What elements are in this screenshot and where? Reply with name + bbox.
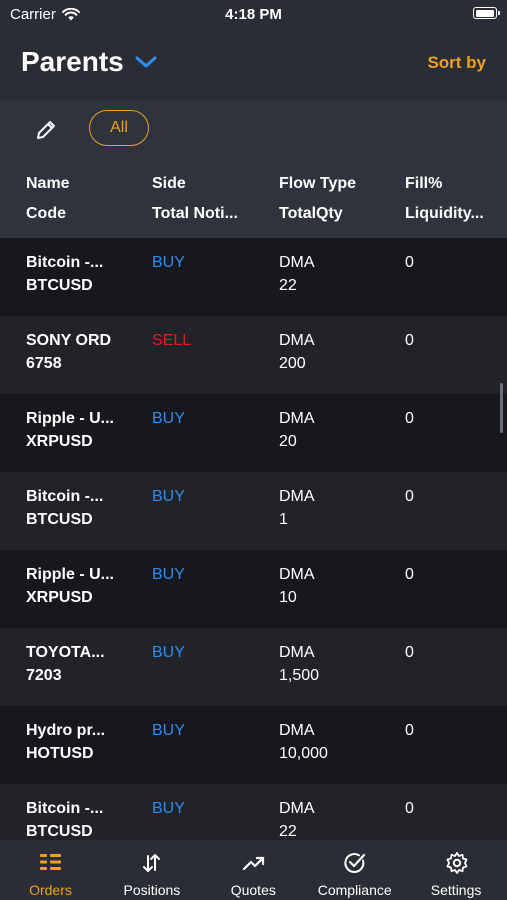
tab-label: Settings: [430, 882, 482, 898]
page-title: Parents: [21, 46, 124, 77]
check-circle-icon: [344, 853, 366, 873]
battery-icon: [473, 7, 500, 19]
row-total-qty: 22: [279, 823, 297, 840]
row-flow-type: DMA: [279, 254, 315, 271]
row-flow-type: DMA: [279, 332, 315, 349]
row-total-qty: 1: [279, 511, 288, 528]
tab-label: Quotes: [230, 882, 276, 898]
row-code: BTCUSD: [26, 511, 93, 528]
row-flow-type: DMA: [279, 566, 315, 583]
table-row[interactable]: Ripple - U... XRPUSD BUY DMA 10 0: [0, 550, 507, 628]
trending-up-icon: [242, 856, 264, 871]
row-fill-percent: 0: [405, 488, 414, 505]
row-fill-percent: 0: [405, 254, 414, 271]
row-side: BUY: [152, 410, 185, 427]
row-name: Bitcoin -...: [26, 254, 104, 271]
scroll-indicator[interactable]: [500, 383, 503, 433]
filter-toolbar: All Name Code Side Total Noti... Flow Ty…: [0, 100, 507, 238]
row-name: SONY ORD: [26, 332, 112, 349]
row-flow-type: DMA: [279, 800, 315, 817]
row-code: XRPUSD: [26, 433, 93, 450]
row-total-qty: 20: [279, 433, 297, 450]
row-fill-percent: 0: [405, 566, 414, 583]
row-side: BUY: [152, 800, 185, 817]
row-total-qty: 10: [279, 589, 297, 606]
column-header-code[interactable]: Code: [26, 205, 66, 223]
orders-list-icon: [40, 854, 61, 870]
row-code: BTCUSD: [26, 277, 93, 294]
table-row[interactable]: SONY ORD 6758 SELL DMA 200 0: [0, 316, 507, 394]
status-bar: Carrier 4:18 PM: [0, 0, 507, 28]
row-fill-percent: 0: [405, 410, 414, 427]
row-code: HOTUSD: [26, 745, 94, 762]
status-time: 4:18 PM: [225, 6, 282, 23]
row-name: Hydro pr...: [26, 722, 106, 739]
row-side: BUY: [152, 566, 185, 583]
table-row[interactable]: Bitcoin -... BTCUSD BUY DMA 22 0: [0, 238, 507, 316]
row-fill-percent: 0: [405, 332, 414, 349]
row-name: Bitcoin -...: [26, 488, 104, 505]
tab-quotes[interactable]: Quotes: [203, 840, 304, 900]
tab-label: Compliance: [317, 882, 392, 898]
tab-label: Orders: [29, 882, 72, 898]
orders-table: Bitcoin -... BTCUSD BUY DMA 22 0 SONY ORD 6758 S…: [0, 238, 507, 840]
sort-by-button[interactable]: Sort by: [427, 53, 486, 73]
row-total-qty: 22: [279, 277, 297, 294]
row-name: Ripple - U...: [26, 566, 114, 583]
table-row[interactable]: Bitcoin -... BTCUSD BUY DMA 22 0: [0, 784, 507, 840]
row-fill-percent: 0: [405, 644, 414, 661]
row-total-qty: 200: [279, 355, 306, 372]
row-side: BUY: [152, 722, 185, 739]
pencil-icon[interactable]: [34, 118, 58, 142]
tab-settings[interactable]: Settings: [406, 840, 507, 900]
app-header: Carrier 4:18 PM Parents Sort by: [0, 0, 507, 100]
tab-bar: Orders Positions Quotes Compliance Settings: [0, 840, 507, 900]
sort-arrows-icon: [143, 854, 161, 872]
tab-label: Positions: [123, 882, 181, 898]
table-row[interactable]: Hydro pr... HOTUSD BUY DMA 10,000 0: [0, 706, 507, 784]
row-total-qty: 1,500: [279, 667, 320, 684]
row-flow-type: DMA: [279, 488, 315, 505]
row-code: 7203: [26, 667, 62, 684]
column-header-total-notional[interactable]: Total Noti...: [152, 205, 252, 223]
column-header-flow-type[interactable]: Flow Type: [279, 175, 356, 193]
row-fill-percent: 0: [405, 800, 414, 817]
row-flow-type: DMA: [279, 644, 315, 661]
tab-compliance[interactable]: Compliance: [304, 840, 405, 900]
row-name: Ripple - U...: [26, 410, 114, 427]
row-total-qty: 10,000: [279, 745, 328, 762]
row-side: SELL: [152, 332, 192, 349]
column-header-liquidity[interactable]: Liquidity...: [405, 205, 500, 223]
tab-orders[interactable]: Orders: [0, 840, 101, 900]
row-fill-percent: 0: [405, 722, 414, 739]
row-name: Bitcoin -...: [26, 800, 104, 817]
tab-positions[interactable]: Positions: [101, 840, 202, 900]
column-header-fill-percent[interactable]: Fill%: [405, 175, 442, 193]
row-flow-type: DMA: [279, 410, 315, 427]
parents-selector[interactable]: Parents: [21, 46, 158, 78]
row-flow-type: DMA: [279, 722, 315, 739]
row-side: BUY: [152, 254, 185, 271]
row-code: XRPUSD: [26, 589, 93, 606]
column-header-name[interactable]: Name: [26, 175, 70, 193]
row-code: BTCUSD: [26, 823, 93, 840]
row-side: BUY: [152, 644, 185, 661]
column-header-total-qty[interactable]: TotalQty: [279, 205, 343, 223]
table-row[interactable]: Bitcoin -... BTCUSD BUY DMA 1 0: [0, 472, 507, 550]
row-name: TOYOTA...: [26, 644, 105, 661]
column-header-side[interactable]: Side: [152, 175, 186, 193]
table-row[interactable]: Ripple - U... XRPUSD BUY DMA 20 0: [0, 394, 507, 472]
gear-icon: [446, 852, 467, 874]
row-code: 6758: [26, 355, 62, 372]
row-side: BUY: [152, 488, 185, 505]
chevron-down-icon: [135, 56, 157, 68]
table-row[interactable]: TOYOTA... 7203 BUY DMA 1,500 0: [0, 628, 507, 706]
filter-all-chip[interactable]: All: [89, 110, 149, 146]
